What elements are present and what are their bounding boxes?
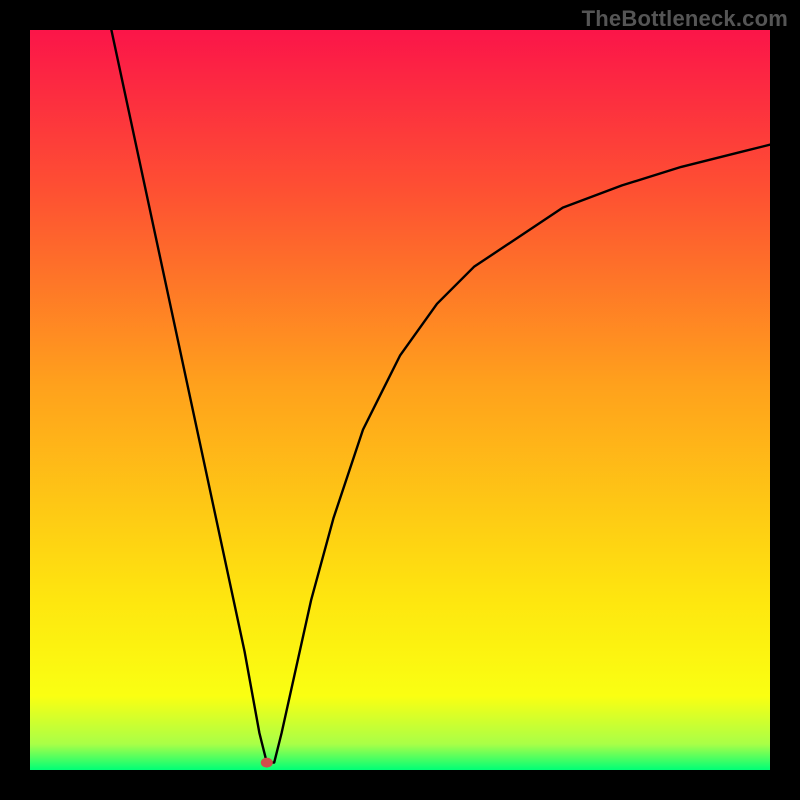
chart-background: [30, 30, 770, 770]
watermark-text: TheBottleneck.com: [582, 6, 788, 32]
bottleneck-chart: [30, 30, 770, 770]
minimum-marker: [261, 758, 273, 768]
chart-frame: TheBottleneck.com: [0, 0, 800, 800]
